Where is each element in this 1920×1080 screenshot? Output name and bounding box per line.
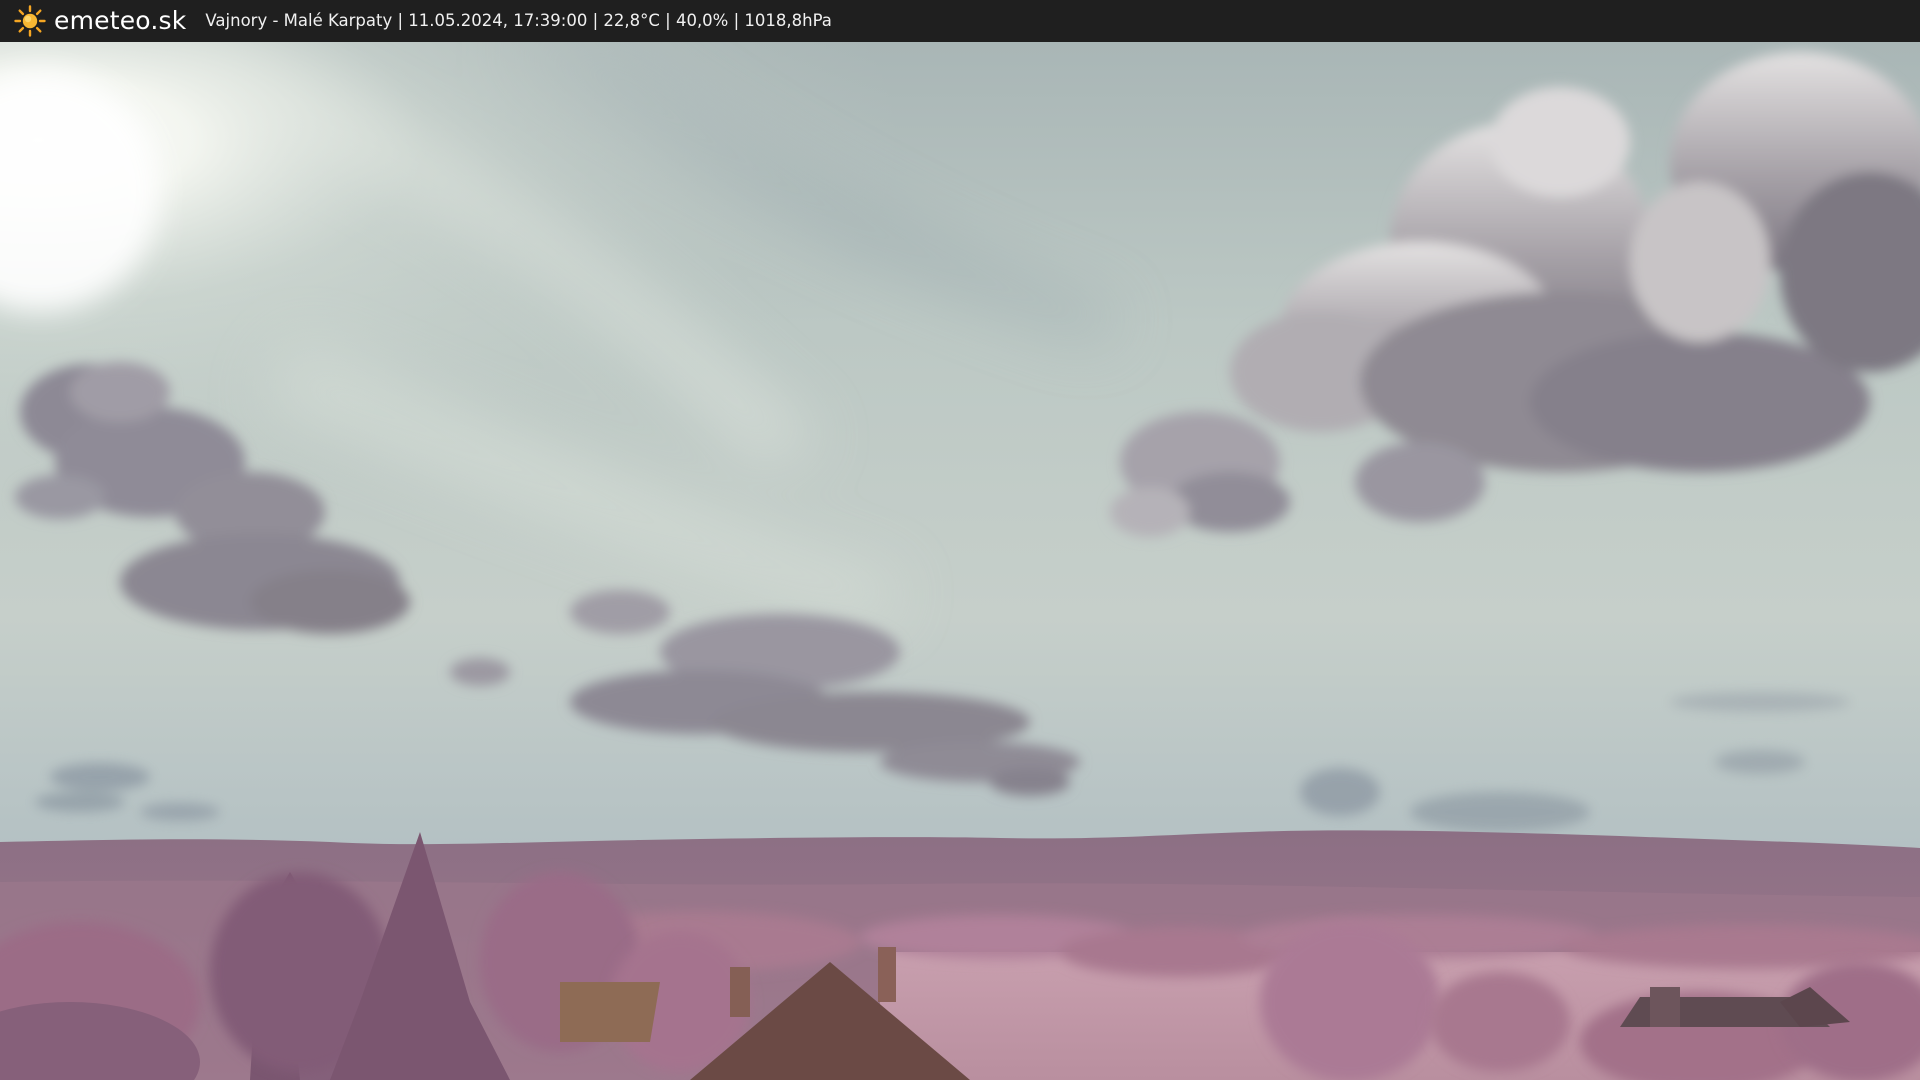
brand-name: emeteo.sk	[54, 6, 187, 35]
station-caption: Vajnory - Malé Karpaty | 11.05.2024, 17:…	[205, 11, 832, 30]
brand-logo[interactable]: emeteo.sk	[14, 0, 186, 42]
caption-bar: emeteo.sk Vajnory - Malé Karpaty | 11.05…	[0, 0, 1920, 42]
landscape-scene	[0, 42, 1920, 1080]
sun-icon	[14, 5, 46, 37]
webcam-frame: emeteo.sk Vajnory - Malé Karpaty | 11.05…	[0, 0, 1920, 1080]
webcam-image	[0, 42, 1920, 1080]
